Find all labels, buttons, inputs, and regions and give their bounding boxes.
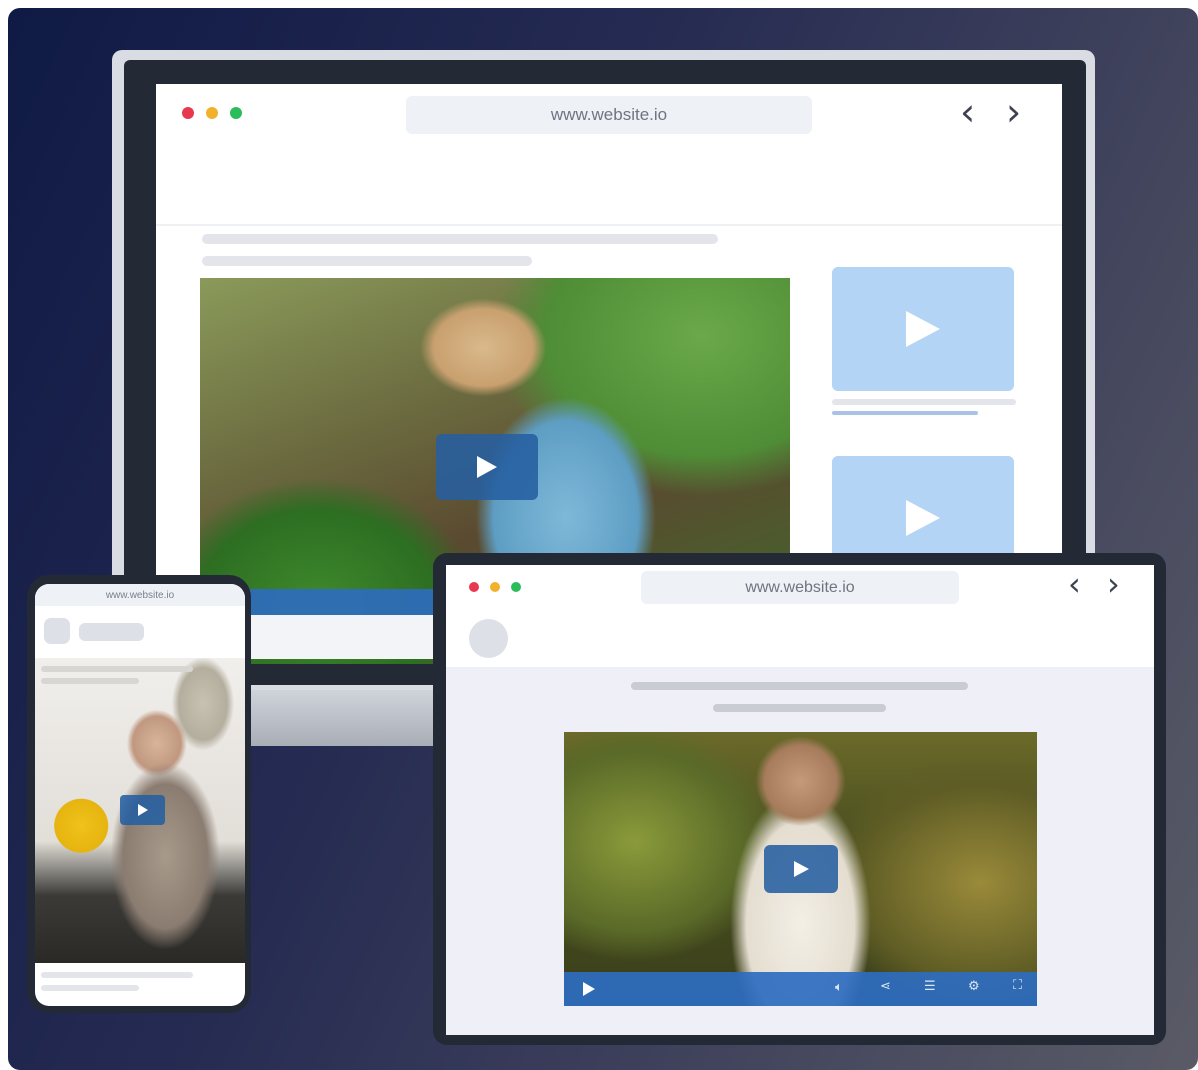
volume-icon[interactable]: 🔈︎ xyxy=(835,980,843,995)
tablet-browser-toolbar: www.website.io ‹ › xyxy=(446,565,1154,611)
window-minimize-button[interactable] xyxy=(206,107,218,119)
phone-avatar xyxy=(44,618,70,644)
window-close-button[interactable] xyxy=(469,582,479,592)
tablet-avatar xyxy=(469,619,508,658)
player-play-button[interactable] xyxy=(564,972,614,1006)
desktop-subtitle-placeholder xyxy=(202,256,532,266)
tablet-subtitle-placeholder xyxy=(713,704,886,712)
phone-subtitle-placeholder xyxy=(41,678,139,684)
window-minimize-button[interactable] xyxy=(490,582,500,592)
thumbnail-caption-placeholder xyxy=(832,411,978,415)
chevron-right-icon[interactable]: › xyxy=(1006,90,1021,134)
playlist-icon[interactable]: ☰ xyxy=(924,979,936,994)
thumbnail-caption-placeholder xyxy=(832,399,1016,405)
tablet-address-bar[interactable]: www.website.io xyxy=(641,571,959,604)
phone-title-placeholder xyxy=(41,666,193,672)
phone-name-placeholder xyxy=(79,623,144,641)
tablet-title-placeholder xyxy=(631,682,968,690)
tablet-video-play-button[interactable] xyxy=(764,845,838,893)
share-icon[interactable]: ⋖ xyxy=(880,979,891,994)
chevron-left-icon[interactable]: ‹ xyxy=(960,90,975,134)
desktop-address-bar[interactable]: www.website.io xyxy=(406,96,812,134)
fullscreen-icon[interactable]: ⛶ xyxy=(1013,978,1022,993)
phone-caption-placeholder xyxy=(41,985,139,991)
play-icon xyxy=(906,311,940,347)
play-icon xyxy=(477,456,497,478)
desktop-player-controls xyxy=(250,589,435,615)
desktop-title-placeholder xyxy=(202,234,718,244)
phone-url-text: www.website.io xyxy=(105,589,175,601)
chevron-left-icon[interactable]: ‹ xyxy=(1068,565,1081,603)
window-maximize-button[interactable] xyxy=(230,107,242,119)
phone-video-play-button[interactable] xyxy=(120,795,165,825)
tablet-browser: www.website.io ‹ › 🔈︎ ⋖ ☰ ⚙ ⛶ xyxy=(446,565,1154,1035)
play-icon xyxy=(793,861,809,877)
play-icon xyxy=(137,804,148,816)
desktop-url-text: www.website.io xyxy=(550,105,668,124)
phone-video[interactable] xyxy=(35,658,245,963)
desktop-browser-toolbar: www.website.io ‹ › xyxy=(156,84,1062,141)
play-icon xyxy=(583,982,595,996)
tablet-page-header xyxy=(446,610,1154,667)
window-maximize-button[interactable] xyxy=(511,582,521,592)
phone-address-bar[interactable]: www.website.io xyxy=(35,584,245,606)
monitor-stand xyxy=(250,690,440,746)
phone-caption-placeholder xyxy=(41,972,193,978)
tablet-url-text: www.website.io xyxy=(745,578,855,596)
window-close-button[interactable] xyxy=(182,107,194,119)
settings-icon[interactable]: ⚙ xyxy=(968,979,980,994)
play-icon xyxy=(906,500,940,536)
desktop-page-header xyxy=(156,140,1062,226)
desktop-video-play-button[interactable] xyxy=(436,434,538,500)
desktop-thumbnail-1[interactable] xyxy=(832,267,1014,391)
tablet-video[interactable]: 🔈︎ ⋖ ☰ ⚙ ⛶ xyxy=(564,732,1037,1006)
desktop-page-footer xyxy=(250,615,435,659)
tablet-player-controls: 🔈︎ ⋖ ☰ ⚙ ⛶ xyxy=(564,972,1037,1006)
phone-browser: www.website.io xyxy=(35,584,245,1006)
chevron-right-icon[interactable]: › xyxy=(1107,565,1120,603)
